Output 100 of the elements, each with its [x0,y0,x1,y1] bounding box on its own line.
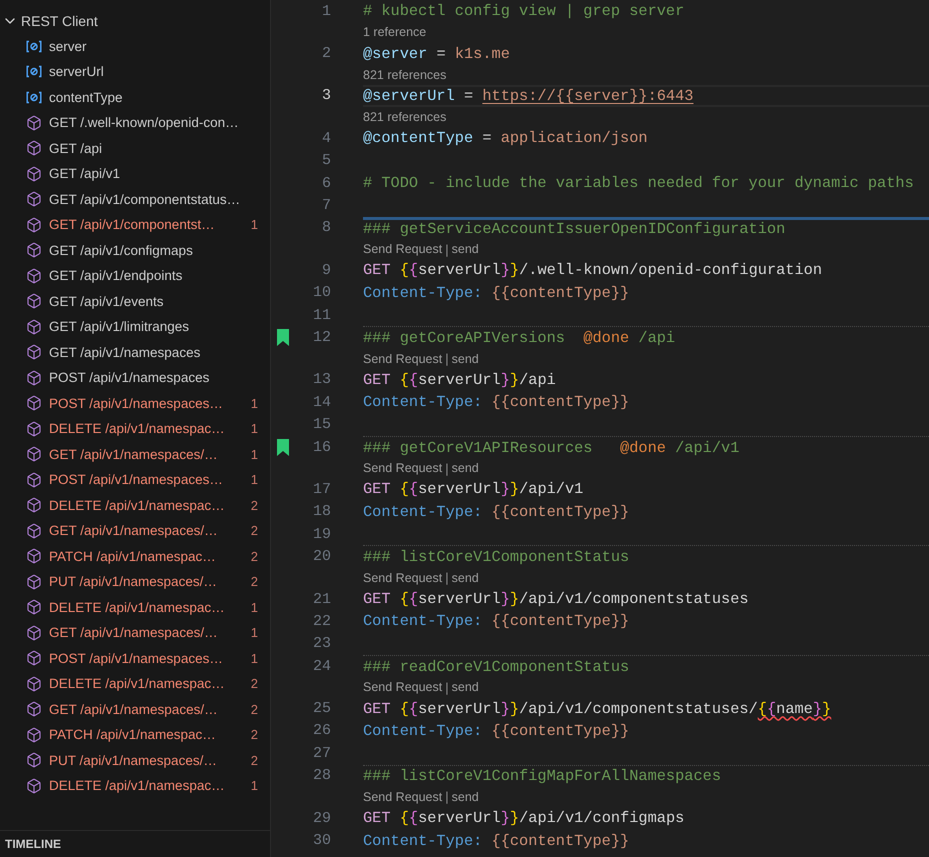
line-number: 2 [320,45,331,62]
cube-icon [26,268,42,284]
code-lens-link[interactable]: Send Request [363,790,442,804]
code-line: Content-Type: {{contentType}} [363,830,630,852]
outline-item[interactable]: DELETE /api/v1/namespac… 2 [0,492,270,518]
cube-icon [26,216,42,233]
cube-icon [26,778,42,794]
code-lens-link[interactable]: Send Request [363,352,442,366]
cube-icon [26,242,42,258]
cube-icon [26,191,42,208]
code-lens-link[interactable]: 821 references [363,68,446,82]
outline-item[interactable]: GET /api [0,136,270,161]
outline-item[interactable]: GET /api/v1/componentstatus… [0,186,270,212]
line-number: 3 [320,87,331,104]
outline-item[interactable]: DELETE /api/v1/namespac… 2 [0,671,270,696]
lens-separator: | [445,680,449,695]
problem-count: 1 [250,472,258,488]
outline-item[interactable]: GET /api/v1/namespaces/… 1 [0,620,270,646]
section-header[interactable]: REST Client [0,8,270,34]
line-number: 16 [312,438,331,456]
problem-count: 2 [250,523,258,538]
problem-count: 1 [250,778,258,794]
code-line: # TODO - include the variables needed for your dynamic paths [363,173,915,194]
outline-item[interactable]: GET /api/v1/endpoints [0,263,270,288]
outline-item[interactable]: serverUrl [0,59,270,84]
problem-count: 1 [250,650,258,666]
problem-count: 2 [250,752,258,768]
code-lens-link[interactable]: send [452,461,479,476]
outline-item[interactable]: GET /api/v1/namespaces/… 2 [0,518,270,544]
code-line: # kubectl config view | grep server [363,1,686,22]
code-lens-link[interactable]: 1 reference [363,25,426,40]
cube-icon [26,752,42,768]
code-line: Content-Type: {{contentType}} [363,392,630,414]
outline-item[interactable]: server [0,34,270,59]
outline-item[interactable]: DELETE /api/v1/namespac… 1 [0,416,270,442]
code-line: GET {{serverUrl}}/api/v1/componentstatuses [363,589,750,610]
code-lens-link[interactable]: send [452,570,479,585]
outline-item[interactable]: GET /api/v1/namespaces/… 1 [0,442,270,467]
code-lens-link[interactable]: send [452,242,479,256]
outline-item[interactable]: contentType [0,84,270,110]
outline-item[interactable]: POST /api/v1/namespaces… 1 [0,390,270,416]
problem-count: 1 [250,217,258,232]
code-lens-link[interactable]: Send Request [363,570,442,585]
line-number: 8 [320,219,331,236]
cube-icon [26,599,42,616]
outline-item[interactable]: POST /api/v1/namespaces… 1 [0,467,270,492]
cube-icon [26,701,42,718]
problem-count: 1 [250,396,258,411]
code-lens-link[interactable]: Send Request [363,242,442,256]
outline-item[interactable]: POST /api/v1/namespaces [0,365,270,390]
code-line: ### readCoreV1ComponentStatus [363,654,929,678]
code-line: GET {{serverUrl}}/api [363,370,557,391]
outline-item[interactable]: GET /api/v1/namespaces/… 2 [0,696,270,722]
outline-item[interactable]: PUT /api/v1/namespaces/… 2 [0,748,270,773]
line-number: 1 [320,2,331,20]
line-number: 26 [312,722,331,740]
outline-item[interactable]: GET /.well-known/openid-con… [0,110,270,136]
line-number: 24 [312,658,331,675]
code-line: Content-Type: {{contentType}} [363,502,630,523]
cube-icon [26,726,42,743]
code-lens-link[interactable]: Send Request [363,461,442,476]
variable-icon [26,40,42,53]
code-line: ### getCoreV1APIResources @done /api/v1 [363,436,929,458]
timeline-header[interactable]: TIMELINE [0,830,270,857]
bookmark-icon [277,328,289,346]
line-number: 15 [312,416,331,434]
code-lens-link[interactable]: send [452,790,479,804]
outline-item[interactable]: GET /api/v1/componentst… 1 [0,212,270,238]
outline-item[interactable]: GET /api/v1/limitranges [0,314,270,340]
code-lens-link[interactable]: Send Request [363,680,442,694]
code-line: ### getCoreAPIVersions @done /api [363,326,929,349]
code-lens-link[interactable]: send [452,352,479,366]
problem-count: 2 [250,702,258,717]
outline-item[interactable]: GET /api/v1/namespaces [0,340,270,365]
code-line: ### listCoreV1ConfigMapForAllNamespaces [363,764,929,787]
problem-count: 2 [250,498,258,513]
code-lens-link[interactable]: send [452,680,479,694]
outline-item[interactable]: DELETE /api/v1/namespac… 1 [0,594,270,620]
cube-icon [26,650,42,666]
cube-icon [26,676,42,692]
line-number: 12 [312,328,331,346]
outline-item[interactable]: PATCH /api/v1/namespac… 2 [0,722,270,748]
outline-item[interactable]: PUT /api/v1/namespaces/… 2 [0,569,270,594]
outline-item[interactable]: GET /api/v1/configmaps [0,238,270,263]
outline-item[interactable]: GET /api/v1 [0,161,270,186]
outline-item[interactable]: DELETE /api/v1/namespac… 1 [0,773,270,798]
problem-count: 1 [250,421,258,436]
variable-icon [26,65,42,78]
problem-count: 2 [250,676,258,692]
code-line: Content-Type: {{contentType}} [363,611,630,632]
code-line: @contentType = application/json [363,128,649,150]
cube-icon [26,395,42,412]
outline-item[interactable]: GET /api/v1/events [0,288,270,314]
outline-item[interactable]: POST /api/v1/namespaces… 1 [0,646,270,671]
code-lens-link[interactable]: 821 references [363,110,446,124]
cube-icon [26,472,42,488]
outline-item[interactable]: PATCH /api/v1/namespac… 2 [0,544,270,569]
line-number: 27 [312,744,331,762]
lens-separator: | [445,789,449,804]
line-number: 22 [312,612,331,630]
